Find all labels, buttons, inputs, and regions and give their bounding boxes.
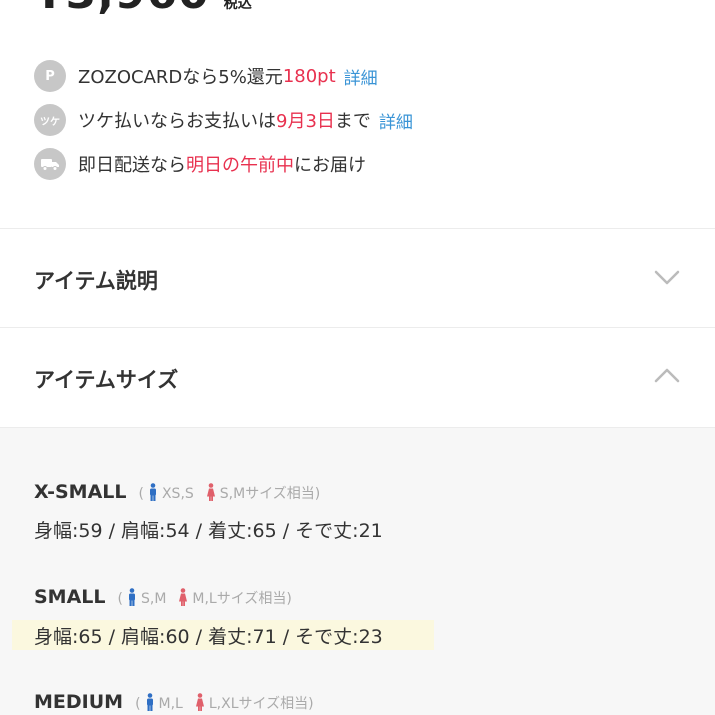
men-size: M,L	[145, 690, 183, 712]
zozocard-detail-link[interactable]: 詳細	[344, 64, 378, 89]
point-icon: P	[34, 60, 66, 92]
size-name: MEDIUM	[34, 691, 124, 713]
men-icon	[149, 483, 156, 501]
tsuke-text-a: ツケ払いならお支払いは	[78, 111, 276, 132]
size-measure-small: 身幅:65 / 肩幅:60 / 着丈:71 / そで丈:23	[34, 626, 383, 648]
chevron-down-icon	[654, 270, 680, 285]
men-icon	[128, 588, 135, 606]
size-name: X-SMALL	[34, 481, 127, 503]
accordion-item-description[interactable]: アイテム説明	[0, 229, 715, 328]
price: ¥3,960	[34, 0, 210, 19]
size-header-medium: MEDIUM ( M,L L,XLサイズ相当)	[34, 690, 314, 713]
men-size: S,M	[127, 585, 166, 607]
zozocard-text: ZOZOCARDなら5%還元	[78, 67, 283, 88]
points-value: 180pt	[282, 65, 336, 87]
paren: (	[135, 696, 141, 712]
size-measure-xsmall: 身幅:59 / 肩幅:54 / 着丈:65 / そで丈:21	[34, 520, 383, 542]
men-size: XS,S	[148, 480, 194, 502]
tsuke-date: 9月3日	[276, 111, 335, 132]
tsuke-detail-link[interactable]: 詳細	[379, 108, 413, 133]
women-icon	[195, 693, 204, 711]
men-size-label: M,L	[158, 696, 183, 712]
section-title: アイテムサイズ	[34, 368, 179, 392]
women-icon	[206, 483, 215, 501]
section-title: アイテム説明	[34, 269, 158, 293]
delivery-row: 即日配送なら 明日の午前中 にお届け	[34, 148, 366, 180]
women-size-label: M,Lサイズ相当)	[192, 591, 292, 607]
accordion-item-size[interactable]: アイテムサイズ	[0, 328, 715, 428]
zozocard-row: P ZOZOCARDなら5%還元 180pt 詳細	[34, 60, 378, 92]
paren: (	[117, 591, 123, 607]
tsuke-text-b: まで	[334, 111, 371, 132]
chevron-up-icon	[654, 368, 680, 383]
size-details	[0, 428, 715, 715]
delivery-highlight: 明日の午前中	[186, 155, 294, 176]
truck-icon	[34, 148, 66, 180]
delivery-text-b: にお届け	[294, 155, 366, 176]
tax-label: 税込	[223, 0, 252, 12]
women-icon	[179, 588, 188, 606]
women-size: M,Lサイズ相当)	[178, 585, 292, 608]
tsuke-row: ツケ ツケ払いならお支払いは 9月3日 まで 詳細	[34, 104, 413, 136]
women-size-label: L,XLサイズ相当)	[208, 696, 314, 712]
price-row: ¥3,960 税込	[34, 0, 252, 19]
men-size-label: S,M	[140, 591, 167, 607]
men-size-label: XS,S	[161, 486, 194, 502]
women-size-label: S,Mサイズ相当)	[219, 486, 321, 502]
delivery-text-a: 即日配送なら	[78, 155, 186, 176]
tsuke-icon: ツケ	[34, 104, 66, 136]
size-header-small: SMALL ( S,M M,Lサイズ相当)	[34, 585, 292, 608]
men-icon	[146, 693, 153, 711]
women-size: L,XLサイズ相当)	[195, 690, 314, 713]
paren: (	[138, 486, 144, 502]
size-header-xsmall: X-SMALL ( XS,S S,Mサイズ相当)	[34, 480, 320, 503]
women-size: S,Mサイズ相当)	[206, 480, 320, 503]
size-name: SMALL	[34, 586, 106, 608]
